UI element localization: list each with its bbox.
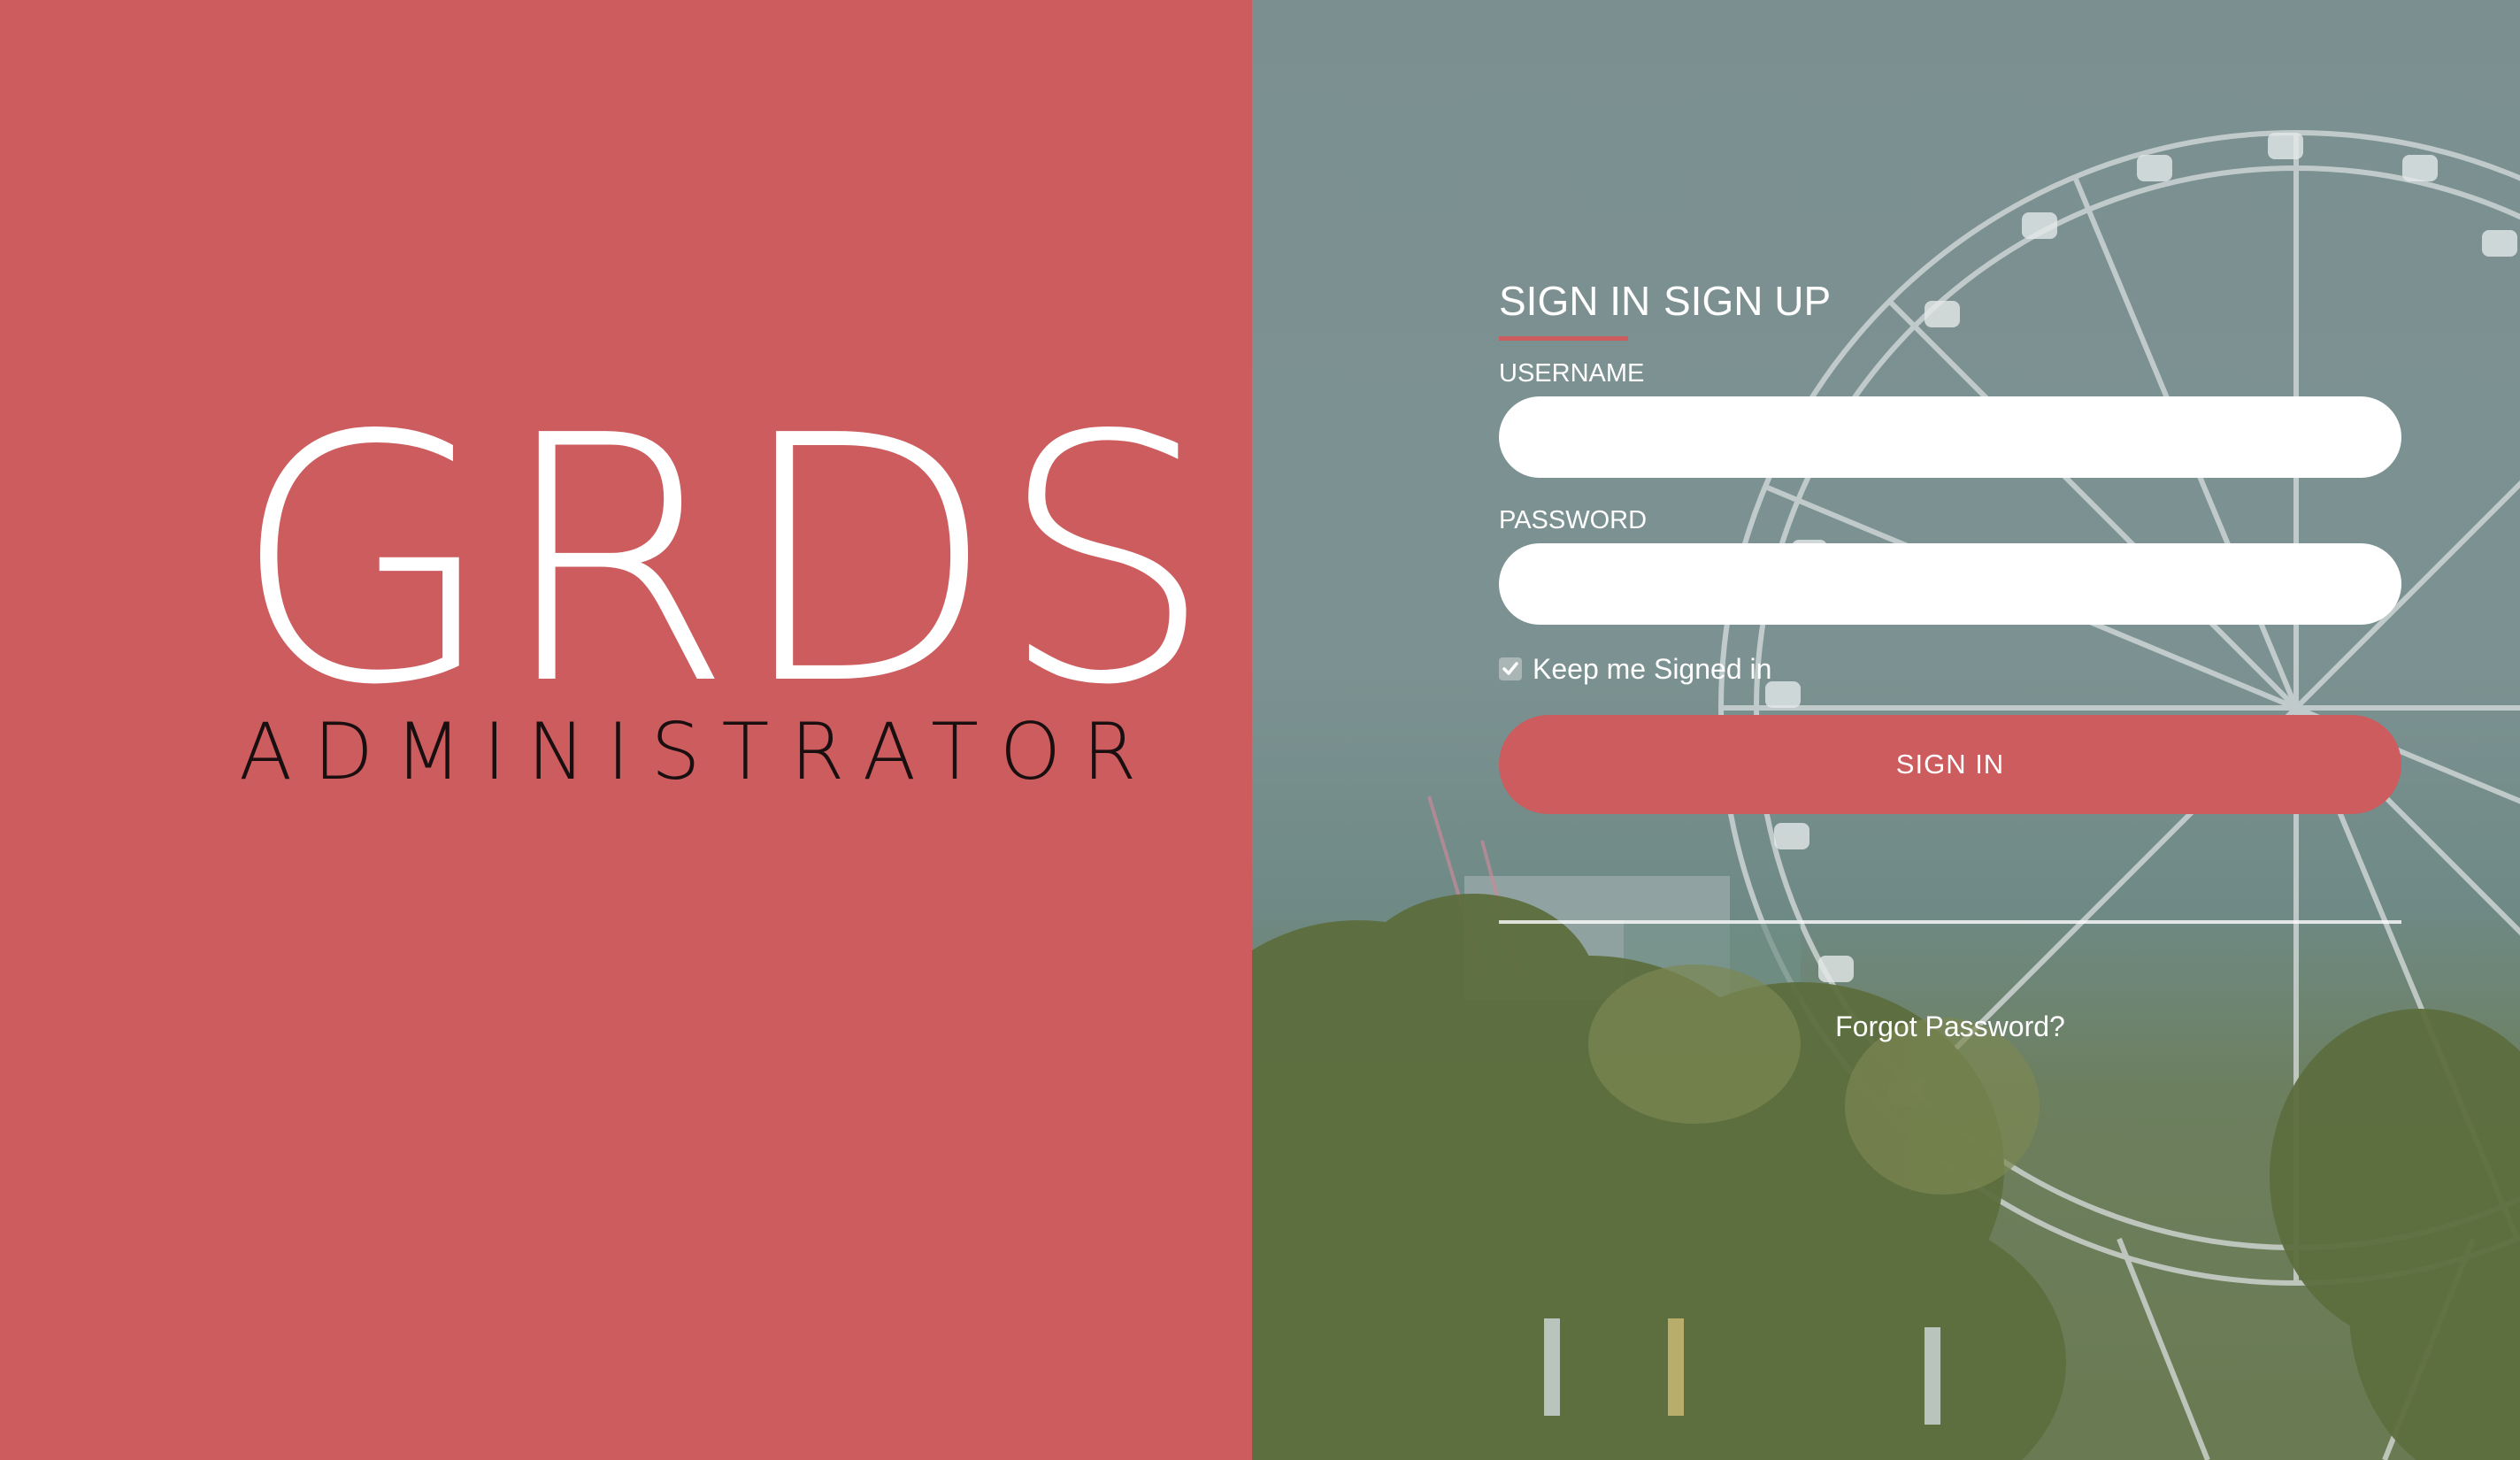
password-input[interactable]: [1499, 543, 2401, 625]
keep-signed-in-label[interactable]: Keep me Signed in: [1533, 653, 1771, 686]
form-divider: [1499, 920, 2401, 924]
sign-in-button[interactable]: SIGN IN: [1499, 715, 2401, 814]
brand-logo-subtitle: ADMINISTRATOR: [239, 706, 1158, 797]
active-tab-indicator: [1499, 336, 1628, 341]
brand-logo-title: GRDS: [232, 364, 1216, 759]
username-input[interactable]: [1499, 396, 2401, 478]
forgot-password-link[interactable]: Forgot Password?: [1499, 1010, 2401, 1043]
password-label: PASSWORD: [1499, 506, 1648, 534]
tab-sign-up[interactable]: SIGN UP: [1663, 274, 1831, 327]
checkmark-icon: [1502, 662, 1518, 675]
username-label: USERNAME: [1499, 359, 1645, 388]
auth-tabs: SIGN IN SIGN UP: [1499, 265, 2401, 345]
sign-in-form: SIGN IN SIGN UP USERNAME PASSWORD Keep m…: [1499, 265, 2401, 1042]
tab-sign-in[interactable]: SIGN IN: [1499, 274, 1650, 327]
login-page: GRDS ADMINISTRATOR SIGN IN SIGN UP USERN…: [0, 0, 2520, 1460]
keep-signed-in-row: Keep me Signed in: [1499, 651, 1771, 687]
brand-panel: GRDS ADMINISTRATOR: [0, 0, 1252, 1460]
keep-signed-in-checkbox[interactable]: [1499, 657, 1522, 680]
